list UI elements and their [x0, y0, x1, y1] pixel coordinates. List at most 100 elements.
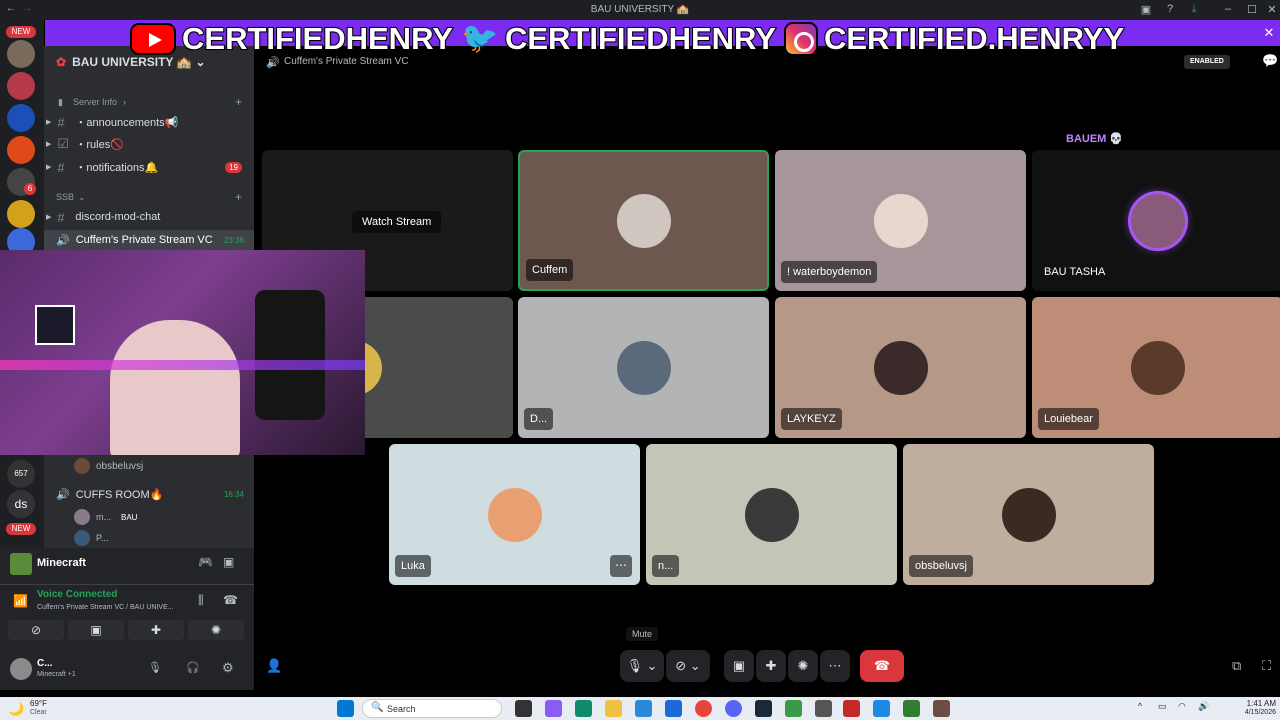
channel-rules[interactable]: ▶ ☑ ・rules🚫 — [44, 134, 254, 154]
more-icon[interactable]: ⋯ — [820, 650, 850, 682]
server-icon[interactable] — [7, 104, 35, 132]
search-box[interactable]: 🔍 Search — [362, 699, 502, 718]
server-icon[interactable] — [7, 200, 35, 228]
voice-channel-path[interactable]: Cuffem's Private Stream VC / BAU UNIVE..… — [37, 604, 174, 611]
settings-gear-icon[interactable]: ⚙ — [222, 660, 234, 676]
share-screen-button[interactable]: ▣ — [68, 620, 124, 640]
server-icon[interactable] — [7, 136, 35, 164]
unread-badge: 19 — [225, 161, 242, 173]
store-icon[interactable] — [635, 700, 652, 717]
server-icon[interactable] — [7, 40, 35, 68]
category-server-info[interactable]: ▮ Server Info › + — [44, 92, 254, 112]
add-channel-icon[interactable]: + — [235, 95, 242, 109]
signal-icon: 📶 — [13, 594, 28, 608]
screen-share-icon[interactable]: ▣ — [223, 555, 234, 569]
camera-off-button[interactable]: ⊘ — [8, 620, 64, 640]
participant-tile[interactable]: n... — [646, 444, 897, 585]
app-icon[interactable] — [785, 700, 802, 717]
voice-channel-cuffs-room[interactable]: 🔊 CUFFS ROOM🔥 16:34 — [44, 484, 254, 504]
help-icon[interactable]: ? — [1163, 3, 1177, 17]
avatar — [487, 487, 542, 542]
server-icon[interactable] — [7, 72, 35, 100]
webcam-overlay — [0, 250, 365, 455]
inbox-icon[interactable]: ▣ — [1139, 3, 1153, 17]
document-icon: ▮ — [58, 96, 63, 107]
file-explorer-icon[interactable] — [605, 700, 622, 717]
invite-icon[interactable]: 👤 — [266, 658, 282, 674]
participant-tile[interactable]: Louiebear — [1032, 297, 1280, 438]
start-button[interactable] — [337, 700, 354, 717]
chat-bubble-icon[interactable]: 💬 — [1262, 53, 1278, 69]
hang-up-button[interactable]: ☎ — [860, 650, 904, 682]
expand-icon: ▶ — [46, 214, 52, 221]
participant-tile[interactable]: LAYKEYZ — [775, 297, 1026, 438]
voice-channel-private-stream[interactable]: 🔊 Cuffem's Private Stream VC 23:36 — [44, 230, 254, 250]
noise-suppression-icon[interactable]: ⫼ — [198, 593, 204, 608]
server-icon[interactable]: 657 — [7, 460, 35, 488]
system-tray-icon[interactable]: ▭ — [1158, 701, 1167, 712]
pop-out-icon[interactable]: ⧉ — [1232, 658, 1241, 674]
participant-tile[interactable]: Cuffem — [518, 150, 769, 291]
chevron-up-icon[interactable]: ^ — [1138, 701, 1142, 711]
share-screen-icon[interactable]: ▣ — [724, 650, 754, 682]
new-badge: NEW — [6, 523, 36, 535]
channel-label: Cuffem's Private Stream VC — [75, 234, 213, 246]
minecraft-taskbar-icon[interactable] — [903, 700, 920, 717]
clock-date[interactable]: 4/15/2026 — [1228, 709, 1276, 716]
chrome-icon[interactable] — [695, 700, 712, 717]
participant-name: Louiebear — [1038, 408, 1099, 430]
member-name: m... — [96, 512, 111, 522]
copilot-icon[interactable] — [545, 700, 562, 717]
add-channel-icon[interactable]: + — [235, 190, 242, 204]
voice-member[interactable]: P... — [44, 528, 254, 548]
wifi-icon[interactable]: ◠ — [1178, 701, 1186, 712]
settings-icon[interactable] — [815, 700, 832, 717]
fullscreen-icon[interactable]: ⛶ — [1262, 658, 1271, 674]
avatar[interactable] — [10, 658, 32, 680]
camera-button[interactable]: ⊘ ⌄ — [666, 650, 710, 682]
gamepad-icon[interactable]: 🎮 — [198, 555, 213, 569]
task-view-icon[interactable] — [515, 700, 532, 717]
channel-discord-mod-chat[interactable]: ▶ # discord-mod-chat — [44, 207, 254, 227]
mail-icon[interactable] — [665, 700, 682, 717]
window-close-icon[interactable]: ✕ — [1265, 3, 1279, 17]
edge-icon[interactable] — [575, 700, 592, 717]
channel-notifications[interactable]: ▶ # ・notifications🔔 19 — [44, 157, 254, 177]
steam-icon[interactable] — [755, 700, 772, 717]
server-icon[interactable]: ds — [7, 490, 35, 518]
category-ssb[interactable]: SSB ⌄ + — [44, 187, 254, 207]
microphone-icon[interactable]: 🎙 — [148, 661, 162, 674]
mute-tooltip: Mute — [626, 627, 659, 641]
voice-member[interactable]: m... BAU — [44, 507, 254, 527]
soundboard-icon[interactable]: ✺ — [788, 650, 818, 682]
close-icon[interactable]: ✕ — [1262, 26, 1276, 40]
channel-announcements[interactable]: ▶ # ・announcements📢 — [44, 112, 254, 132]
divider — [0, 584, 254, 585]
participant-tile[interactable]: BAU TASHA — [1032, 150, 1280, 291]
weather-temp: 69°F — [30, 699, 47, 708]
voice-member[interactable]: obsbeluvsj — [44, 456, 254, 476]
download-icon[interactable]: ⤓ — [1187, 3, 1201, 17]
mute-button[interactable]: 🎙 ⌄ — [620, 650, 664, 682]
minimize-icon[interactable]: – — [1221, 3, 1235, 17]
minecraft-launcher-icon[interactable] — [933, 700, 950, 717]
headphones-icon[interactable]: 🎧 — [186, 661, 200, 674]
participant-tile[interactable]: Luka ⋯ — [389, 444, 640, 585]
disconnect-icon[interactable]: ☎ — [223, 593, 238, 607]
more-options-icon[interactable]: ⋯ — [610, 555, 632, 577]
app-icon[interactable] — [873, 700, 890, 717]
avatar — [873, 340, 928, 395]
watch-stream-button[interactable]: Watch Stream — [352, 211, 442, 233]
clock-time[interactable]: 1:41 AM — [1228, 699, 1276, 708]
app-icon[interactable] — [843, 700, 860, 717]
soundboard-button[interactable]: ✺ — [188, 620, 244, 640]
discord-icon[interactable] — [725, 700, 742, 717]
minecraft-icon — [10, 553, 32, 575]
participant-tile[interactable]: D... — [518, 297, 769, 438]
participant-tile[interactable]: obsbeluvsj — [903, 444, 1154, 585]
activities-icon[interactable]: ✚ — [756, 650, 786, 682]
volume-icon[interactable]: 🔊 — [1198, 701, 1209, 712]
participant-tile[interactable]: ! waterboydemon — [775, 150, 1026, 291]
maximize-icon[interactable]: ☐ — [1245, 3, 1259, 17]
activities-button[interactable]: ✚ — [128, 620, 184, 640]
